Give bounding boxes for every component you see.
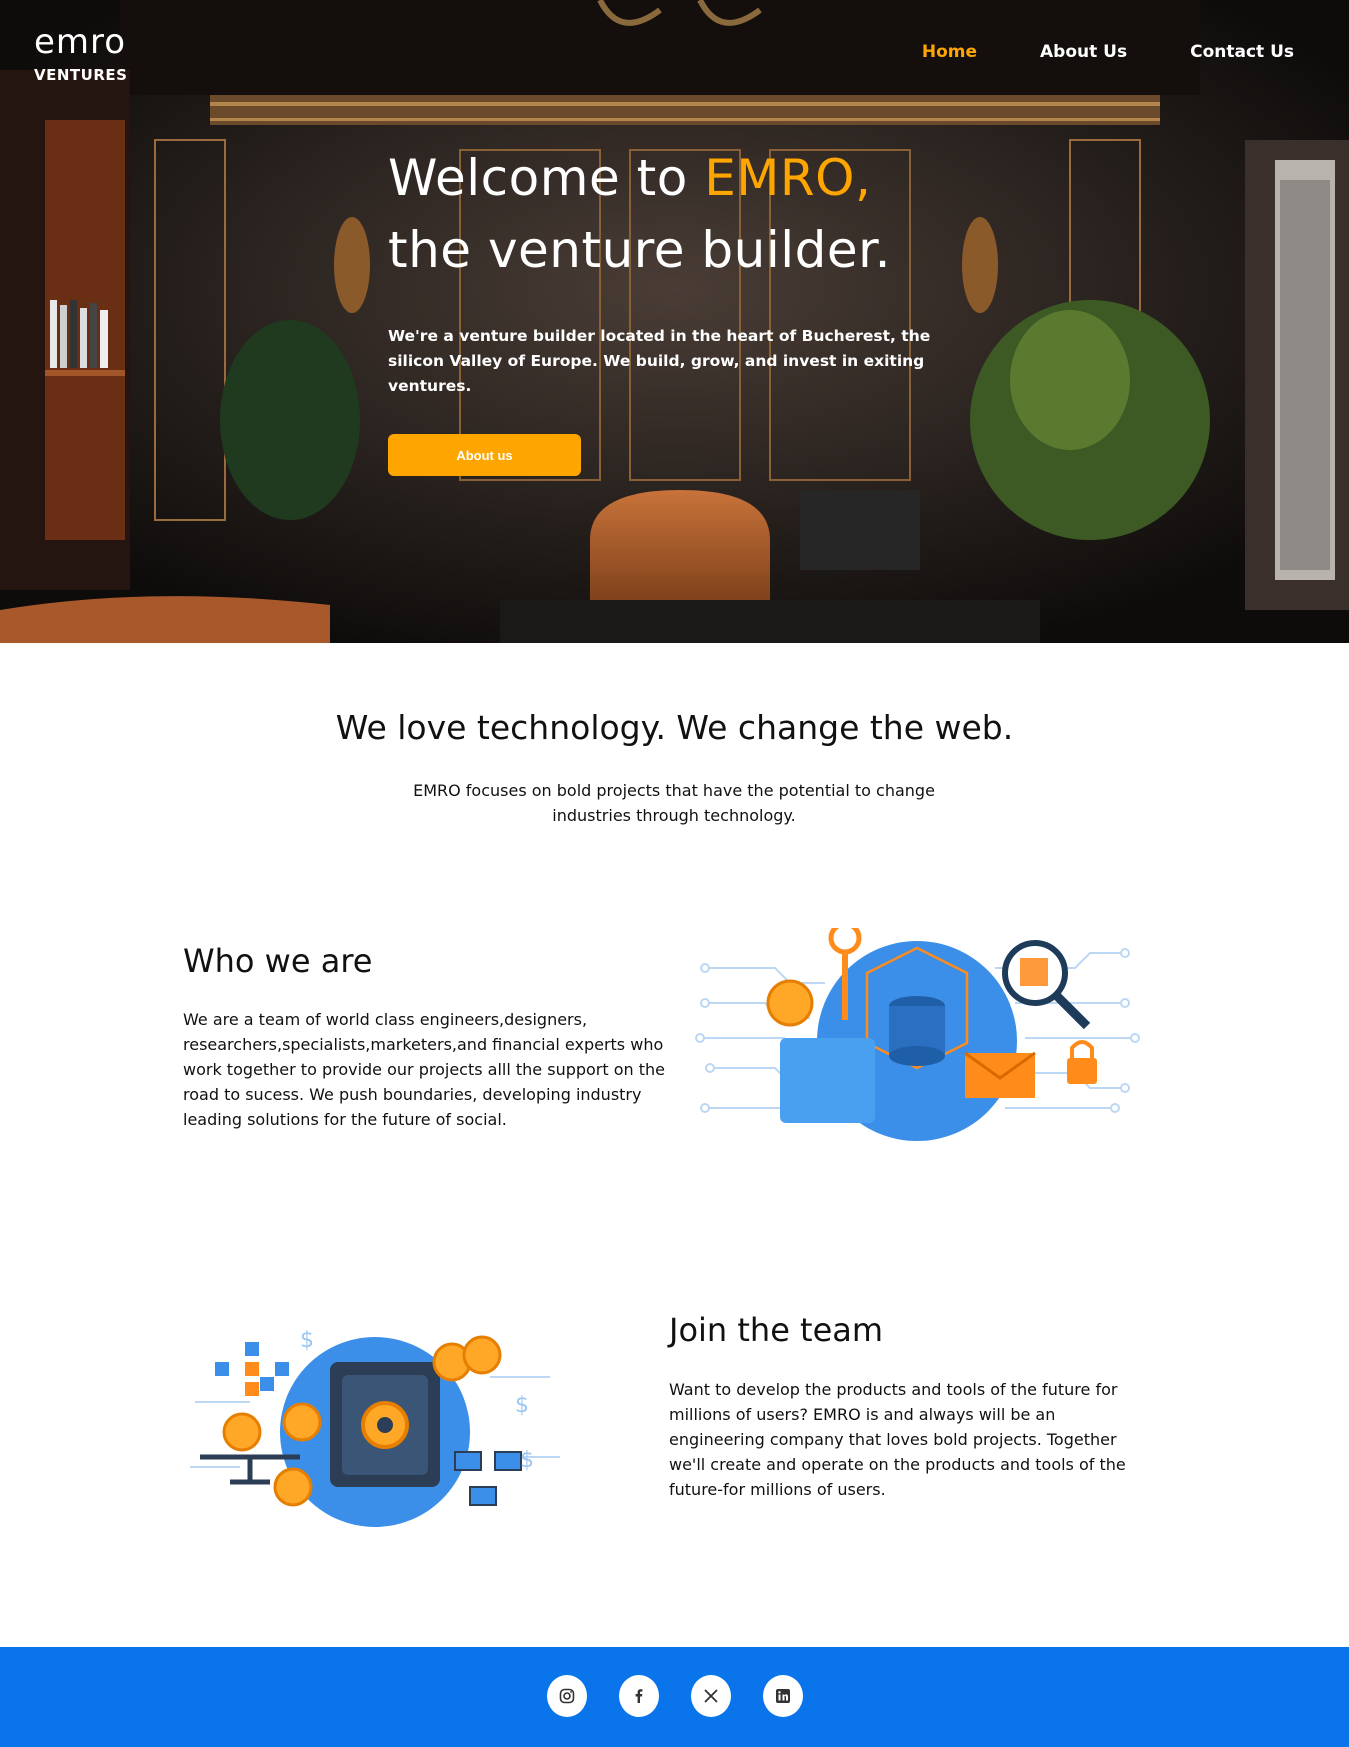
social-links: [547, 1675, 835, 1717]
site-footer: [0, 1647, 1349, 1747]
brand-subtitle: VENTURES: [34, 66, 128, 84]
hero-title-accent: EMRO,: [704, 149, 872, 207]
facebook-link[interactable]: [619, 1675, 659, 1717]
hero-title-line2: the venture builder.: [388, 221, 891, 279]
instagram-icon: [559, 1688, 575, 1704]
x-twitter-link[interactable]: [691, 1675, 731, 1717]
nav-contact-link[interactable]: Contact Us: [1190, 42, 1294, 62]
nav-about-link[interactable]: About Us: [1040, 42, 1127, 62]
who-we-are-title: Who we are: [183, 942, 373, 980]
intro-text: EMRO focuses on bold projects that have …: [413, 781, 935, 825]
hero-content: Welcome to EMRO, the venture builder. We…: [388, 142, 988, 399]
brand-logo[interactable]: emro VENTURES: [34, 22, 127, 84]
linkedin-icon: [776, 1689, 790, 1703]
main-nav: Home About Us Contact Us: [859, 42, 1294, 62]
data-security-illustration: [695, 928, 1140, 1141]
instagram-link[interactable]: [547, 1675, 587, 1717]
join-team-title: Join the team: [669, 1311, 884, 1349]
facebook-icon: [635, 1689, 643, 1703]
who-we-are-text: We are a team of world class engineers,d…: [183, 1010, 666, 1129]
brand-wordmark: emro: [34, 22, 127, 62]
dollar-icon: $: [300, 1328, 314, 1353]
x-twitter-icon: [704, 1689, 718, 1703]
svg-text:$: $: [520, 1448, 534, 1473]
hero-title-prefix: Welcome to: [388, 149, 705, 207]
finance-vault-illustration: $ $ $: [190, 1328, 560, 1527]
hero-description: We're a venture builder located in the h…: [388, 327, 931, 395]
hero-section: emro VENTURES Home About Us Contact Us W…: [0, 0, 1349, 643]
svg-text:$: $: [515, 1393, 529, 1418]
linkedin-link[interactable]: [763, 1675, 803, 1717]
intro-title: We love technology. We change the web.: [335, 708, 1014, 747]
about-us-button[interactable]: About us: [388, 434, 581, 476]
hero-title: Welcome to EMRO, the venture builder.: [388, 142, 988, 286]
join-team-text: Want to develop the products and tools o…: [669, 1380, 1126, 1499]
nav-home-link[interactable]: Home: [922, 42, 977, 62]
